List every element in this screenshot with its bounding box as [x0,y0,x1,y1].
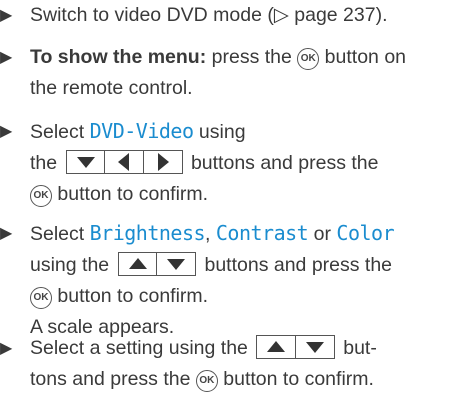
step-2-text-b: button on [319,46,407,68]
arrow-keys-group [256,335,335,359]
menu-item-brightness: Brightness [89,221,206,245]
step-4-sep-2: or [308,223,337,245]
step-3-text-b: using [193,121,246,143]
play-bullet-icon: ▶ [0,49,13,66]
arrow-keys-group [117,252,197,276]
up-arrow-key-icon [256,335,297,359]
step-5-text-a: Select a setting using the [30,337,254,359]
ok-button-icon: OK [30,287,52,309]
arrow-keys-group [65,150,183,174]
step-2: ▶ To show the menu: press the OK button … [0,42,462,104]
step-1: ▶ Switch to video DVD mode (▷ page 237). [0,0,462,31]
step-5-text-c: tons and press the [30,368,196,390]
play-bullet-icon: ▶ [0,7,13,24]
play-bullet-icon: ▶ [0,340,13,357]
step-5-text-b: but- [337,337,377,359]
menu-item-contrast: Contrast [215,221,309,245]
ok-button-icon: OK [195,370,218,392]
right-arrow-key-icon [142,150,183,174]
step-3-text-a: Select [30,121,90,143]
step-2-text-a: press the [206,46,298,68]
step-4-text-a: Select [30,223,90,245]
menu-item-dvd-video: DVD-Video [89,119,194,143]
down-arrow-key-icon [156,252,197,276]
up-arrow-key-icon [117,252,158,276]
step-1-text: Switch to video DVD mode (▷ page 237). [30,4,388,26]
step-5-text-d: button to confirm. [217,368,374,390]
down-arrow-key-icon [65,150,106,174]
step-3-text-e: button to confirm. [52,183,209,205]
step-2-bold-label: To show the menu: [30,46,207,68]
left-arrow-key-icon [104,150,145,174]
instruction-page: ▶ Switch to video DVD mode (▷ page 237).… [0,0,462,396]
play-bullet-icon: ▶ [0,225,13,242]
step-4-text-b: using the [30,254,115,276]
down-arrow-key-icon [294,335,335,359]
step-3-text-d: buttons and press the [185,152,379,174]
step-4-sep-1: , [205,223,216,245]
ok-button-icon: OK [297,48,320,70]
step-5: ▶ Select a setting using the but- tons a… [0,333,462,395]
ok-button-icon: OK [30,185,52,207]
step-4-text-c: buttons and press the [199,254,393,276]
play-bullet-icon: ▶ [0,123,13,140]
menu-item-color: Color [336,221,395,245]
step-2-line-2: the remote control. [30,77,193,99]
step-3: ▶ Select DVD-Video using the buttons and… [0,116,462,210]
step-4: ▶ Select Brightness, Contrast or Color u… [0,218,462,343]
step-4-text-d: button to confirm. [52,285,209,307]
step-3-text-c: the [30,152,63,174]
